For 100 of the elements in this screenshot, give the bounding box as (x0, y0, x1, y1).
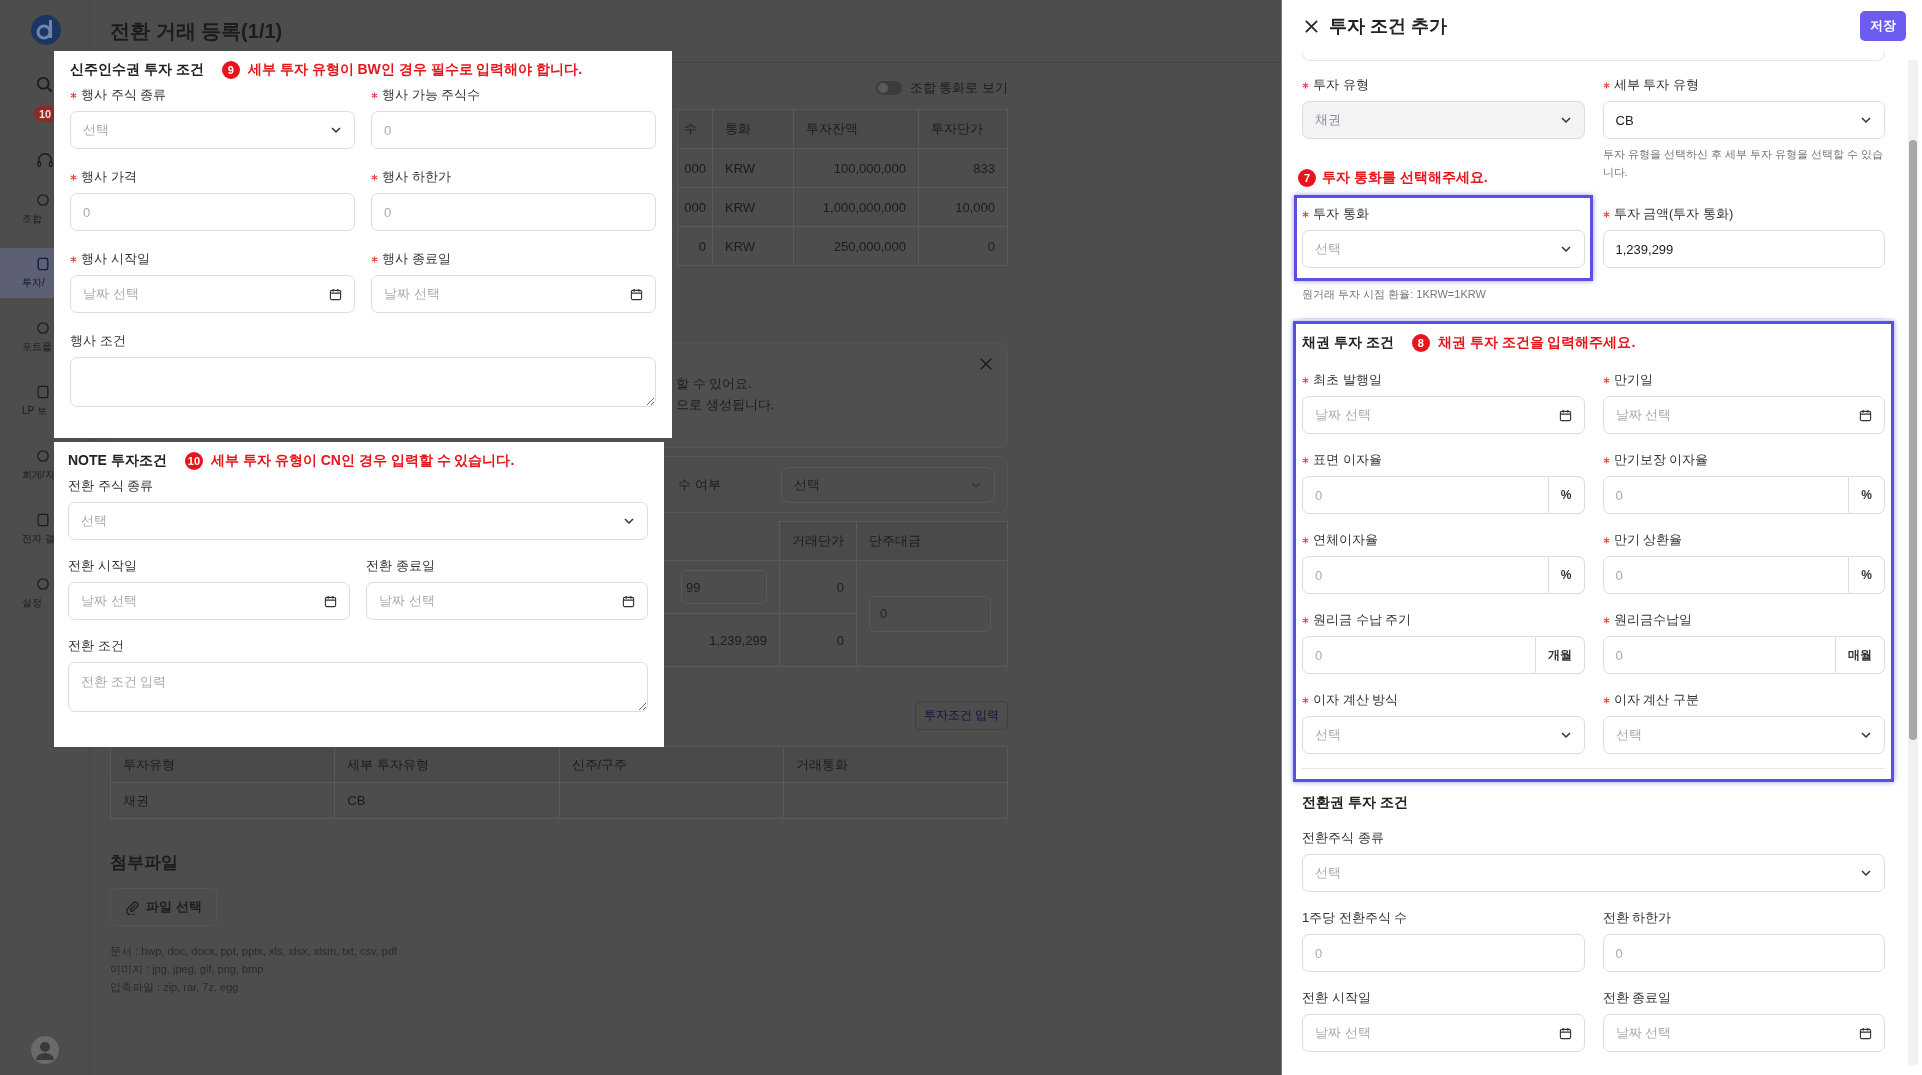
field-label: 투자 금액(투자 통화) (1613, 205, 1734, 223)
menu-icon (35, 448, 51, 464)
step-badge: 8 (1411, 334, 1430, 352)
panel-title: NOTE 투자조건 (68, 452, 167, 470)
field-label: 전환 조건 (68, 637, 124, 655)
chevron-down-icon (1860, 729, 1872, 741)
field-label: 표면 이자율 (1313, 451, 1382, 469)
headset-icon[interactable] (36, 152, 54, 170)
chevron-down-icon (330, 124, 342, 136)
field-label: 1주당 전환주식 수 (1302, 909, 1408, 927)
date-field[interactable]: 날짜 선택 (1602, 1014, 1885, 1052)
field-label: 행사 시작일 (81, 250, 150, 268)
field-label: 행사 조건 (70, 332, 126, 350)
annotation-text: 채권 투자 조건을 입력해주세요. (1437, 334, 1636, 352)
chevron-down-icon (1860, 114, 1872, 126)
step-badge: 10 (184, 452, 204, 470)
unit-label: 매월 (1836, 636, 1885, 674)
field-label: 만기보장 이자율 (1613, 451, 1709, 469)
field-label: 원리금수납일 (1613, 611, 1692, 629)
date-field[interactable]: 날짜 선택 (371, 275, 656, 313)
menu-icon (35, 192, 51, 208)
menu-icon (35, 384, 51, 400)
drawer-title: 투자 조건 추가 (1329, 15, 1448, 38)
select-field[interactable]: 선택 (1302, 230, 1585, 268)
unit-label: 개월 (1535, 636, 1585, 674)
field-label: 행사 하한가 (382, 168, 451, 186)
text-area[interactable] (70, 357, 656, 407)
field-label: 투자 유형 (1313, 76, 1369, 94)
calendar-icon (1558, 1026, 1572, 1040)
unit-label: % (1548, 476, 1585, 514)
annotation-text: 세부 투자 유형이 CN인 경우 입력할 수 있습니다. (211, 452, 515, 470)
select-field[interactable]: 선택 (70, 111, 355, 149)
field-label: 최초 발행일 (1313, 371, 1382, 389)
exchange-rate-note: 원거래 투자 시점 환율: 1KRW=1KRW (1302, 287, 1487, 302)
field-label: 전환 주식 종류 (68, 477, 154, 495)
terms-button[interactable]: 투자조건 입력 (914, 701, 1008, 730)
field-label: 전환 종료일 (366, 557, 435, 575)
annotation-text: 투자 통화를 선택해주세요. (1322, 169, 1488, 187)
unit-label: % (1849, 476, 1885, 514)
field-label: 행사 종료일 (382, 250, 451, 268)
scrollbar[interactable] (1908, 60, 1918, 1065)
field-label: 행사 가격 (81, 168, 137, 186)
chevron-down-icon (623, 515, 635, 527)
chevron-down-icon (1559, 729, 1572, 741)
field-label: 원리금 수납 주기 (1313, 611, 1412, 629)
text-area[interactable]: 전환 조건 입력 (68, 662, 648, 712)
notification-badge: 10 (34, 106, 57, 122)
field-label: 전환 종료일 (1602, 989, 1672, 1007)
field-label: 세부 투자 유형 (1613, 76, 1699, 94)
calendar-icon (1859, 408, 1872, 422)
date-field[interactable]: 날짜 선택 (68, 582, 350, 620)
field-label: 이자 계산 방식 (1313, 691, 1399, 709)
calendar-icon (1859, 1026, 1872, 1040)
field-label: 전환주식 종류 (1302, 829, 1384, 847)
field-label: 행사 주식 종류 (81, 86, 167, 104)
logo-icon (30, 14, 62, 46)
calendar-icon (324, 594, 337, 608)
section-title: 채권 투자 조건 (1302, 334, 1394, 352)
avatar-icon[interactable] (30, 1035, 60, 1065)
date-field[interactable]: 날짜 선택 (1302, 1014, 1585, 1052)
close-icon[interactable] (1304, 18, 1319, 34)
search-icon[interactable] (36, 76, 54, 94)
select-field[interactable]: 선택 (1302, 854, 1885, 892)
field-label: 투자 통화 (1313, 205, 1369, 223)
toggle-switch[interactable] (875, 81, 902, 95)
chevron-down-icon (1559, 114, 1572, 126)
panel-title: 신주인수권 투자 조건 (70, 61, 204, 79)
chevron-down-icon (1860, 867, 1872, 879)
date-field[interactable]: 날짜 선택 (1302, 396, 1585, 434)
field-label: 행사 가능 주식수 (382, 86, 481, 104)
calendar-icon (329, 287, 342, 301)
select-field[interactable]: 선택 (1302, 716, 1585, 754)
field-label: 전환 하한가 (1602, 909, 1672, 927)
field-label: 만기일 (1613, 371, 1653, 389)
date-field[interactable]: 날짜 선택 (1602, 396, 1885, 434)
date-field[interactable]: 날짜 선택 (70, 275, 355, 313)
calendar-icon (1558, 408, 1572, 422)
field-label: 연체이자율 (1313, 531, 1378, 549)
unit-label: % (1849, 556, 1885, 594)
menu-icon (35, 576, 51, 592)
menu-icon (35, 512, 51, 528)
step-badge: 9 (221, 61, 240, 79)
field-label: 만기 상환율 (1613, 531, 1683, 549)
unit-label: % (1548, 556, 1585, 594)
menu-icon (35, 320, 51, 336)
step-badge: 7 (1298, 169, 1316, 187)
paperclip-icon (125, 899, 140, 915)
select-field[interactable]: 선택 (1602, 716, 1885, 754)
calendar-icon (622, 594, 635, 608)
input-field[interactable]: 1,239,299 (1602, 230, 1885, 268)
field-label: 이자 계산 구분 (1613, 691, 1699, 709)
section-title: 전환권 투자 조건 (1302, 794, 1409, 812)
select-field[interactable]: CB (1602, 101, 1885, 139)
select-field[interactable]: 선택 (68, 502, 648, 540)
help-text: 투자 유형을 선택하신 후 세부 투자 유형을 선택할 수 있습니다. (1602, 147, 1884, 180)
menu-icon (35, 256, 51, 272)
date-field[interactable]: 날짜 선택 (366, 582, 648, 620)
annotation-text: 세부 투자 유형이 BW인 경우 필수로 입력해야 합니다. (247, 61, 583, 79)
save-button[interactable]: 저장 (1860, 11, 1906, 41)
calendar-icon (630, 287, 643, 301)
